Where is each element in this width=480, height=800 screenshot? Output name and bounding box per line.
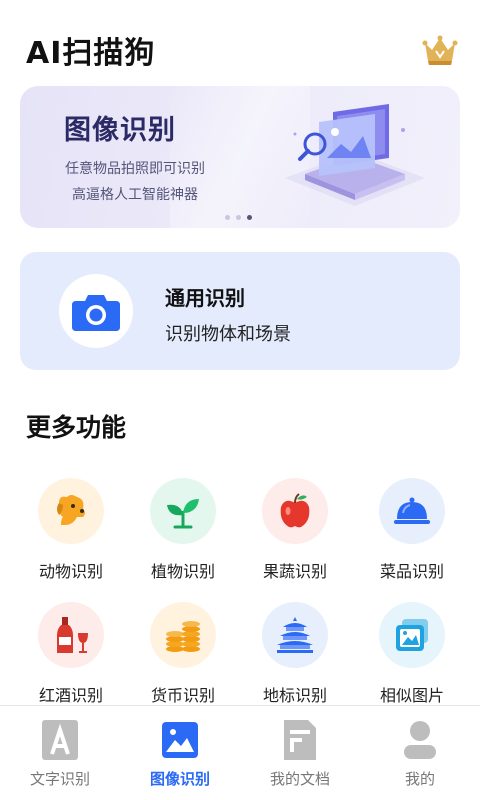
feature-label: 植物识别 xyxy=(150,562,215,581)
feature-icon-circle xyxy=(150,478,216,544)
tab-my-documents[interactable]: 我的文档 xyxy=(240,706,360,800)
tab-label: 图像识别 xyxy=(149,770,210,788)
tab-label: 文字识别 xyxy=(29,770,90,788)
feature-icon-circle xyxy=(379,478,445,544)
feature-similar-images[interactable]: 相似图片 xyxy=(357,602,467,712)
feature-label: 果蔬识别 xyxy=(262,562,327,581)
sprout-icon xyxy=(167,499,199,529)
text-a-icon xyxy=(42,720,78,760)
feature-icon-circle xyxy=(38,478,104,544)
promo-banner[interactable]: 图像识别 任意物品拍照即可识别 高逼格人工智能神器 xyxy=(20,86,460,228)
tab-text-recognition[interactable]: 文字识别 xyxy=(0,706,120,800)
feature-landmark[interactable]: 地标识别 xyxy=(240,602,350,712)
bottom-tab-bar: 文字识别 图像识别 我的文档 我的 xyxy=(0,705,480,800)
temple-icon xyxy=(277,617,313,653)
camera-icon-circle xyxy=(59,274,133,348)
photos-icon xyxy=(396,619,428,651)
more-features-title: 更多功能 xyxy=(26,413,127,442)
feature-icon-circle xyxy=(262,602,328,668)
apple-icon xyxy=(280,493,310,528)
feature-icon-circle xyxy=(262,478,328,544)
feature-icon-circle xyxy=(379,602,445,668)
feature-wine[interactable]: 红酒识别 xyxy=(16,602,126,712)
image-icon xyxy=(162,722,198,758)
feature-label: 相似图片 xyxy=(379,686,444,705)
feature-plant[interactable]: 植物识别 xyxy=(128,478,238,588)
image-scan-illustration xyxy=(285,104,425,206)
tab-label: 我的 xyxy=(404,770,435,788)
banner-subtitle-line1: 任意物品拍照即可识别 xyxy=(65,161,205,177)
feature-fruit-veg[interactable]: 果蔬识别 xyxy=(240,478,350,588)
tab-mine[interactable]: 我的 xyxy=(360,706,480,800)
tab-label: 我的文档 xyxy=(269,770,330,788)
carousel-indicator xyxy=(225,215,252,220)
general-recognition-subtitle: 识别物体和场景 xyxy=(165,324,291,345)
feature-label: 地标识别 xyxy=(262,686,327,705)
banner-title: 图像识别 xyxy=(64,115,176,146)
dog-icon xyxy=(57,495,85,525)
tab-image-recognition[interactable]: 图像识别 xyxy=(120,706,240,800)
feature-icon-circle xyxy=(38,602,104,668)
banner-subtitle-line2: 高逼格人工智能神器 xyxy=(72,187,198,203)
feature-label: 货币识别 xyxy=(150,686,215,705)
food-cover-icon xyxy=(394,497,430,524)
wine-icon xyxy=(57,617,88,653)
carousel-dot[interactable] xyxy=(236,215,241,220)
general-recognition-title: 通用识别 xyxy=(165,286,245,310)
feature-animal[interactable]: 动物识别 xyxy=(16,478,126,588)
document-icon xyxy=(284,720,316,760)
feature-dish[interactable]: 菜品识别 xyxy=(357,478,467,588)
app-title: AI扫描狗 xyxy=(26,36,156,71)
feature-icon-circle xyxy=(150,602,216,668)
header: AI扫描狗 xyxy=(0,0,480,90)
feature-label: 菜品识别 xyxy=(379,562,444,581)
camera-icon xyxy=(72,295,120,331)
coins-icon xyxy=(166,621,200,652)
general-recognition-card[interactable]: 通用识别 识别物体和场景 xyxy=(20,252,460,370)
feature-currency[interactable]: 货币识别 xyxy=(128,602,238,712)
user-icon xyxy=(404,721,436,759)
carousel-dot-active[interactable] xyxy=(247,215,252,220)
feature-label: 动物识别 xyxy=(38,562,103,581)
crown-icon[interactable] xyxy=(422,34,458,66)
carousel-dot[interactable] xyxy=(225,215,230,220)
feature-label: 红酒识别 xyxy=(38,686,103,705)
